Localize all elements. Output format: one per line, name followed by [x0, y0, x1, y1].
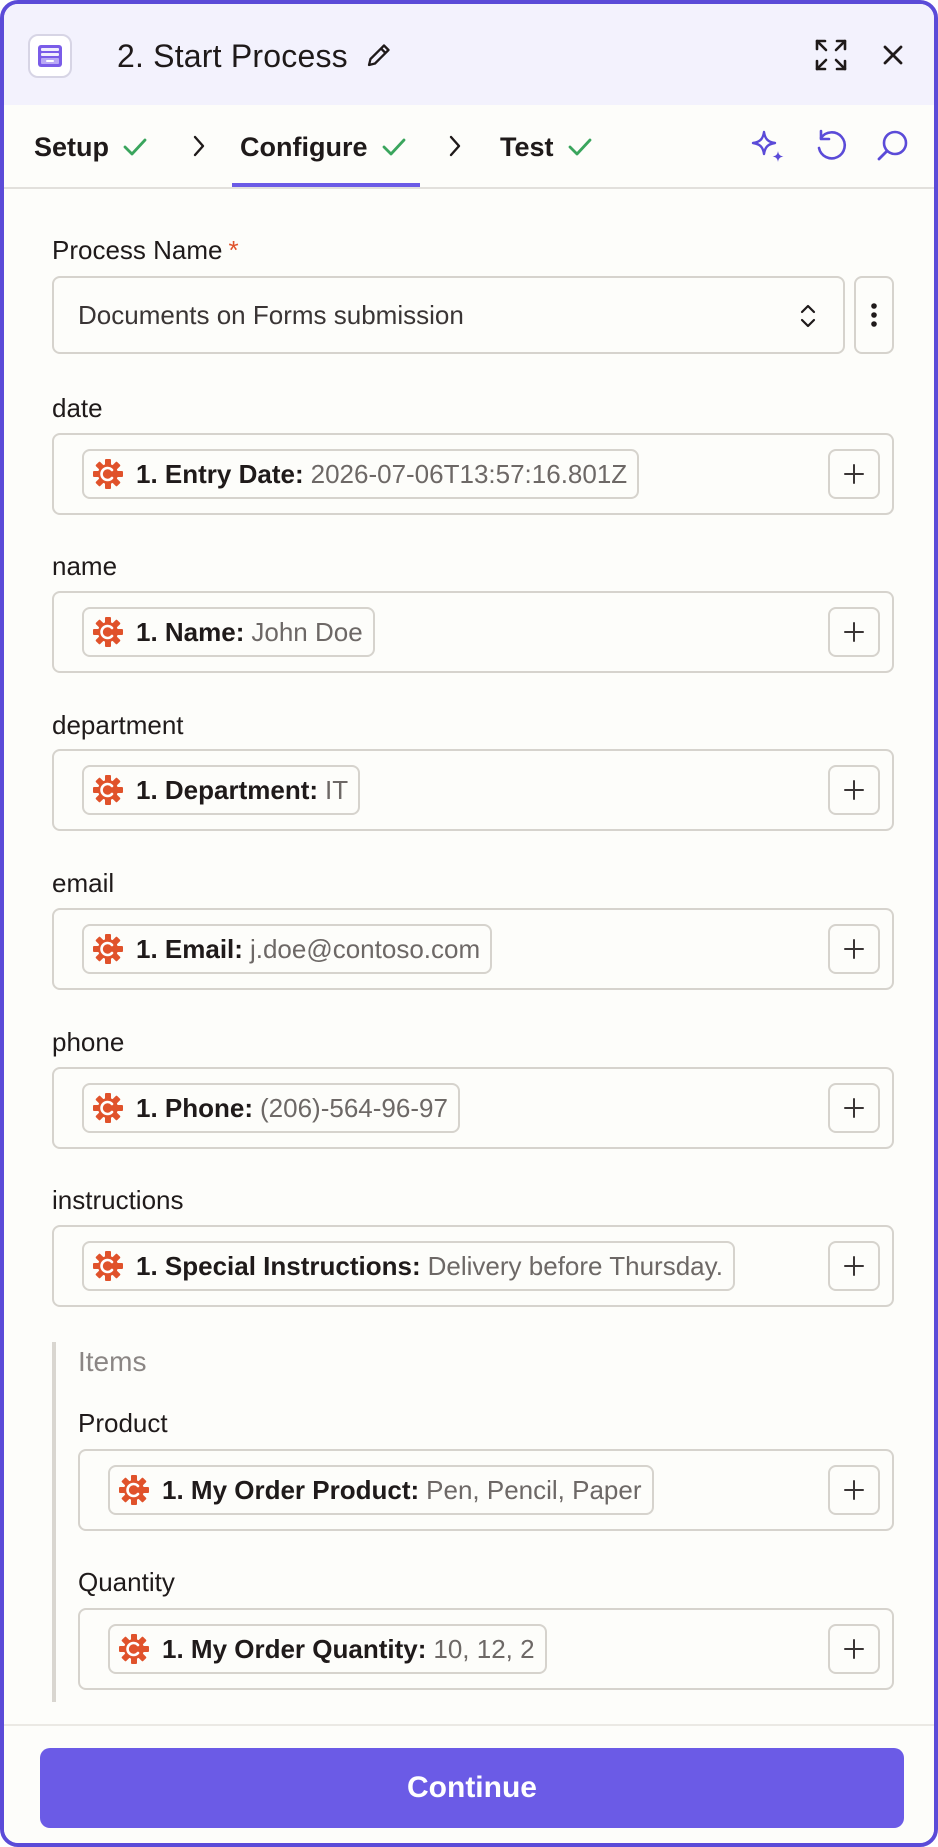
tab-configure[interactable]: Configure: [240, 105, 408, 189]
plus-icon: [844, 1639, 864, 1659]
pill-value: 10, 12, 2: [433, 1633, 535, 1664]
name-field[interactable]: 1. Name: John Doe: [52, 591, 894, 673]
pill-value: (206)-564-96-97: [260, 1092, 448, 1123]
mapped-value-pill[interactable]: 1. Phone: (206)-564-96-97: [82, 1083, 460, 1133]
add-value-button[interactable]: [828, 1083, 880, 1133]
pill-key: 1. Phone:: [136, 1092, 254, 1123]
check-icon: [568, 138, 591, 156]
date-label: date: [52, 393, 103, 423]
plus-icon: [844, 1256, 864, 1276]
pill-value: John Doe: [251, 616, 363, 647]
process-name-select[interactable]: Documents on Forms submission: [52, 276, 845, 354]
department-field[interactable]: 1. Department: IT: [52, 749, 894, 831]
pill-value: j.doe@contoso.com: [249, 933, 481, 964]
chevron-right-icon: [193, 135, 205, 157]
add-value-button[interactable]: [828, 1624, 880, 1674]
add-value-button[interactable]: [828, 1465, 880, 1515]
pill-value: 2026-07-06T13:57:16.801Z: [310, 458, 628, 489]
active-tab-indicator: [232, 183, 420, 187]
pill-key: 1. Department:: [136, 774, 319, 805]
gear-icon: [93, 1251, 123, 1281]
pill-value: Delivery before Thursday.: [427, 1250, 723, 1281]
gear-icon: [93, 934, 123, 964]
check-icon: [382, 138, 405, 156]
mapped-value-pill[interactable]: 1. Email: j.doe@contoso.com: [82, 924, 493, 974]
mapped-value-pill[interactable]: 1. Entry Date: 2026-07-06T13:57:16.801Z: [82, 449, 640, 499]
process-name-label: Process Name *: [52, 234, 239, 266]
tab-test[interactable]: Test: [500, 105, 594, 189]
plus-icon: [844, 622, 864, 642]
add-value-button[interactable]: [828, 924, 880, 974]
chevron-up-down-icon: [800, 304, 816, 328]
quantity-field[interactable]: 1. My Order Quantity: 10, 12, 2: [78, 1608, 894, 1690]
quantity-label: Quantity: [78, 1567, 175, 1597]
plus-icon: [844, 464, 864, 484]
tab-label: Setup: [34, 131, 110, 162]
mapped-value-pill[interactable]: 1. Special Instructions: Delivery before…: [82, 1241, 735, 1291]
plus-icon: [844, 1480, 864, 1500]
gear-icon: [93, 1093, 123, 1123]
panel-footer: Continue: [4, 1724, 934, 1843]
items-group-title: Items: [78, 1346, 147, 1377]
plus-icon: [844, 780, 864, 800]
expand-icon[interactable]: [814, 38, 848, 72]
mapped-value-pill[interactable]: 1. My Order Quantity: 10, 12, 2: [108, 1624, 547, 1674]
step-tabs: Setup Configure Test: [4, 105, 934, 189]
tab-label: Configure: [240, 131, 368, 162]
add-value-button[interactable]: [828, 765, 880, 815]
instructions-field[interactable]: 1. Special Instructions: Delivery before…: [52, 1225, 894, 1307]
product-field[interactable]: 1. My Order Product: Pen, Pencil, Paper: [78, 1449, 894, 1531]
undo-icon[interactable]: [812, 127, 850, 165]
phone-label: phone: [52, 1027, 125, 1057]
mapped-value-pill[interactable]: 1. Name: John Doe: [82, 607, 375, 657]
pencil-icon[interactable]: [364, 40, 394, 70]
tab-setup[interactable]: Setup: [34, 105, 149, 189]
instructions-label: instructions: [52, 1185, 184, 1215]
plus-icon: [844, 939, 864, 959]
gear-icon: [93, 459, 123, 489]
archive-box-icon: [28, 34, 72, 78]
email-label: email: [52, 868, 115, 898]
date-field[interactable]: 1. Entry Date: 2026-07-06T13:57:16.801Z: [52, 433, 894, 515]
phone-field[interactable]: 1. Phone: (206)-564-96-97: [52, 1067, 894, 1149]
more-vertical-icon: [871, 303, 877, 327]
close-icon[interactable]: [880, 42, 906, 68]
pill-value: Pen, Pencil, Paper: [426, 1474, 642, 1505]
pill-key: 1. My Order Product:: [162, 1474, 420, 1505]
mapped-value-pill[interactable]: 1. Department: IT: [82, 765, 361, 815]
pill-key: 1. My Order Quantity:: [162, 1633, 427, 1664]
step-panel: 2. Start Process Setup Configure Test Pr…: [0, 0, 938, 1847]
process-name-value: Documents on Forms submission: [78, 299, 464, 330]
pill-key: 1. Entry Date:: [136, 458, 304, 489]
process-name-menu-button[interactable]: [854, 276, 894, 354]
items-group-bar: [52, 1342, 56, 1702]
gear-icon: [93, 617, 123, 647]
panel-header: 2. Start Process: [4, 4, 934, 105]
pill-key: 1. Special Instructions:: [136, 1250, 421, 1281]
required-mark: *: [228, 235, 239, 265]
plus-icon: [844, 1098, 864, 1118]
search-icon[interactable]: [874, 127, 912, 165]
product-label: Product: [78, 1408, 168, 1438]
check-icon: [123, 138, 147, 156]
continue-button[interactable]: Continue: [40, 1748, 904, 1828]
add-value-button[interactable]: [828, 1241, 880, 1291]
gear-icon: [93, 775, 123, 805]
ai-sparkle-icon[interactable]: [749, 127, 787, 165]
add-value-button[interactable]: [828, 449, 880, 499]
email-field[interactable]: 1. Email: j.doe@contoso.com: [52, 908, 894, 990]
page-title: 2. Start Process: [117, 38, 348, 74]
pill-key: 1. Name:: [136, 616, 245, 647]
add-value-button[interactable]: [828, 607, 880, 657]
name-label: name: [52, 551, 118, 581]
tab-label: Test: [500, 131, 554, 162]
mapped-value-pill[interactable]: 1. My Order Product: Pen, Pencil, Paper: [108, 1465, 654, 1515]
gear-icon: [119, 1634, 149, 1664]
chevron-right-icon: [449, 135, 461, 157]
pill-value: IT: [325, 774, 349, 805]
gear-icon: [119, 1475, 149, 1505]
department-label: department: [52, 710, 184, 740]
pill-key: 1. Email:: [136, 933, 243, 964]
label-text: Process Name: [52, 235, 223, 265]
